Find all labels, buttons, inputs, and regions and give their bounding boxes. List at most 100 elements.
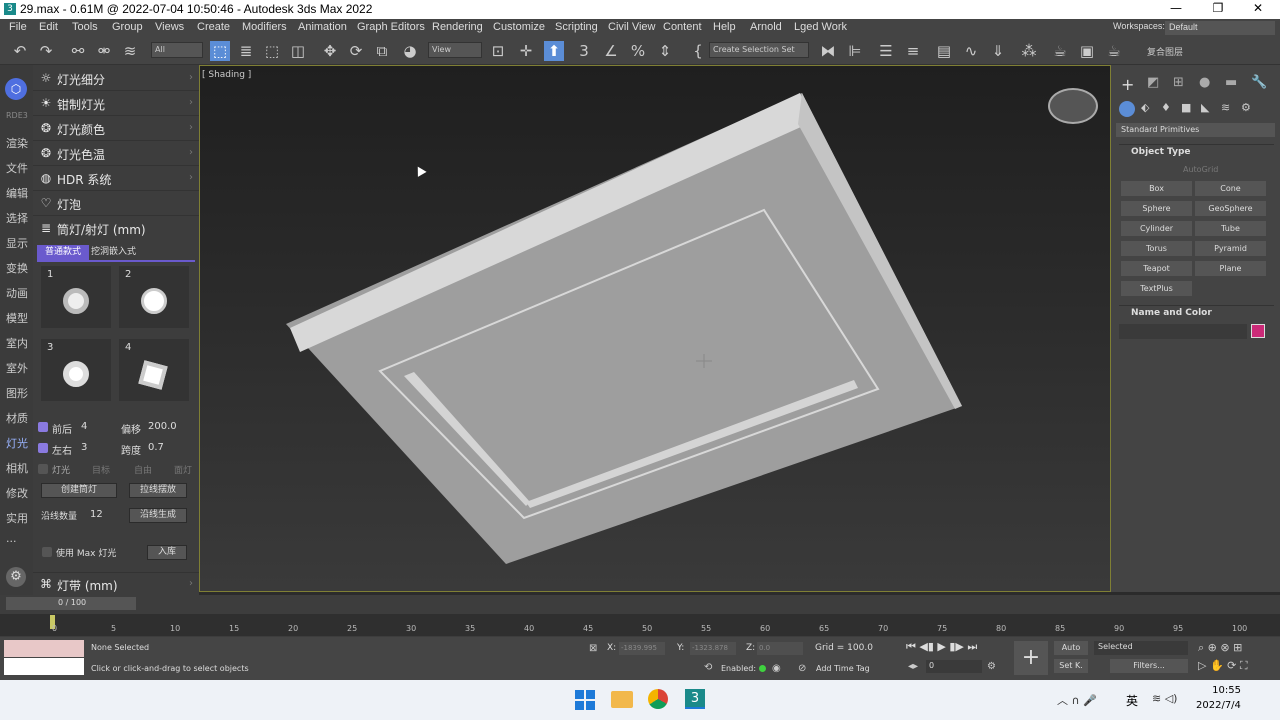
select-object-icon[interactable]: ⬚ [210,41,230,61]
ribbon-icon[interactable]: ▤ [934,41,954,61]
hierarchy-tab-icon[interactable]: ⊞ [1173,75,1184,90]
geometry-icon[interactable] [1119,101,1135,117]
y-coordinate-field[interactable]: -1323.878 [690,642,736,655]
adaptive-degradation-icon[interactable]: ⟲ [704,662,712,673]
align-icon[interactable]: ⊫ [845,41,865,61]
key-mode-icon[interactable]: ◂▸ [908,661,918,672]
strip-item-render[interactable]: 渲染 [6,135,28,151]
toolbar-extra-label[interactable]: 复合图层 [1147,45,1183,58]
menu-arnold[interactable]: Arnold [750,21,782,33]
section-downlight[interactable]: ≣ 筒灯/射灯 (mm) [33,217,199,241]
move-icon[interactable]: ✥ [320,41,340,61]
utilities-tab-icon[interactable]: 🔧 [1251,75,1267,90]
plane-button[interactable]: Plane [1195,261,1266,276]
strip-item-file[interactable]: 文件 [6,160,28,176]
radio-light[interactable] [38,464,48,474]
left-right-value[interactable]: 3 [81,442,87,453]
redo-icon[interactable]: ↷ [36,41,56,61]
undo-icon[interactable]: ↶ [10,41,30,61]
menu-customize[interactable]: Customize [493,21,545,33]
selection-filter-dropdown[interactable]: All [151,42,203,58]
scene-explorer-icon[interactable]: ☰ [876,41,896,61]
menu-tools[interactable]: Tools [72,21,98,33]
layer-explorer-icon[interactable]: ≡ [903,41,923,61]
spinner-snap-icon[interactable]: ⇕ [655,41,675,61]
3dsmax-taskbar-icon[interactable]: 3 [685,689,705,709]
window-crossing-icon[interactable]: ◫ [288,41,308,61]
z-coordinate-field[interactable]: 0.0 [757,642,803,655]
shapes-icon[interactable]: ⬖ [1141,101,1149,114]
strip-item-modify[interactable]: 修改 [6,485,28,501]
tray-icons[interactable]: ︿ ∩ 🎤 [1057,692,1097,708]
tube-button[interactable]: Tube [1195,221,1266,236]
strip-item-lights[interactable]: 灯光 [6,435,28,451]
strip-item-more[interactable]: ··· [6,535,17,548]
menu-create[interactable]: Create [197,21,230,33]
key-filter-dropdown[interactable]: Selected [1094,641,1188,655]
zoom-icon[interactable]: ⌕ ⊕ ⊗ ⊞ [1198,641,1242,655]
downlight-thumb-4[interactable]: 4 [119,339,189,401]
downlight-thumb-3[interactable]: 3 [41,339,111,401]
pan-icon[interactable]: ▷ ✋ ⟳ ⛶ [1198,659,1248,673]
maxscript-input[interactable] [4,658,84,675]
strip-item-shape[interactable]: 图形 [6,385,28,401]
strip-item-transform[interactable]: 变换 [6,260,28,276]
set-key-button[interactable]: Set K. [1054,659,1088,673]
rendered-frame-icon[interactable]: ▣ [1077,41,1097,61]
section-light-strip[interactable]: ⌘ 灯带 (mm) › [33,572,199,596]
menu-modifiers[interactable]: Modifiers [242,21,287,33]
name-color-rollout[interactable]: Name and Color [1119,305,1274,321]
offset-value[interactable]: 200.0 [148,421,177,432]
object-color-swatch[interactable] [1251,324,1265,338]
rotate-icon[interactable]: ⟳ [346,41,366,61]
lights-icon[interactable]: ♦ [1161,101,1171,114]
systems-icon[interactable]: ⚙ [1241,101,1251,114]
maximize-button[interactable]: ❐ [1198,1,1238,18]
menu-edit[interactable]: Edit [39,21,58,33]
modify-tab-icon[interactable]: ◩ [1147,75,1159,90]
set-key-big-icon[interactable]: + [1014,641,1048,675]
keyboard-shortcut-icon[interactable]: ⬆ [544,41,564,61]
isolate-icon[interactable]: ◉ [772,663,781,674]
downlight-thumb-2[interactable]: 2 [119,266,189,328]
pyramid-button[interactable]: Pyramid [1195,241,1266,256]
strip-item-camera[interactable]: 相机 [6,460,28,476]
absolute-mode-icon[interactable]: ⊠ [589,643,597,654]
snaps-toggle-icon[interactable]: 3 [574,41,594,61]
strip-item-exterior[interactable]: 室外 [6,360,28,376]
along-generate-button[interactable]: 沿线生成 [129,508,187,523]
scale-icon[interactable]: ⧉ [372,41,392,61]
menu-content[interactable]: Content [663,21,702,33]
menu-civil-view[interactable]: Civil View [608,21,655,33]
render-production-icon[interactable]: ☕ [1104,41,1124,61]
angle-snap-icon[interactable]: ∠ [601,41,621,61]
render-setup-icon[interactable]: ☕ [1050,41,1070,61]
menu-graph-editors[interactable]: Graph Editors [357,21,425,33]
menu-views[interactable]: Views [155,21,184,33]
primitive-type-dropdown[interactable]: Standard Primitives [1116,123,1275,137]
reference-coord-dropdown[interactable]: View [428,42,482,58]
rect-selection-icon[interactable]: ⬚ [262,41,282,61]
span-value[interactable]: 0.7 [148,442,164,453]
clock-date[interactable]: 2022/7/4 [1196,700,1241,711]
percent-snap-icon[interactable]: % [628,41,648,61]
chrome-icon[interactable] [648,689,668,709]
menu-group[interactable]: Group [112,21,143,33]
use-max-lights-checkbox[interactable] [42,547,52,557]
torus-button[interactable]: Torus [1121,241,1192,256]
menu-scripting[interactable]: Scripting [555,21,598,33]
strip-item-material[interactable]: 材质 [6,410,28,426]
menu-animation[interactable]: Animation [298,21,347,33]
select-by-name-icon[interactable]: ≣ [236,41,256,61]
along-count-value[interactable]: 12 [90,509,103,520]
x-coordinate-field[interactable]: -1839.995 [619,642,665,655]
textplus-button[interactable]: TextPlus [1121,281,1192,296]
object-type-rollout[interactable]: Object Type [1119,144,1274,160]
link-icon[interactable]: ⚯ [68,41,88,61]
strip-item-edit[interactable]: 编辑 [6,185,28,201]
section-color-temperature[interactable]: ❂ 灯光色温 › [33,142,199,166]
section-bulb[interactable]: ♡ 灯泡 [33,192,199,216]
strip-item-utility[interactable]: 实用 [6,510,28,526]
tab-recessed-style[interactable]: 挖洞嵌入式 [91,245,151,260]
time-slider[interactable]: 0 / 100 [6,597,136,610]
